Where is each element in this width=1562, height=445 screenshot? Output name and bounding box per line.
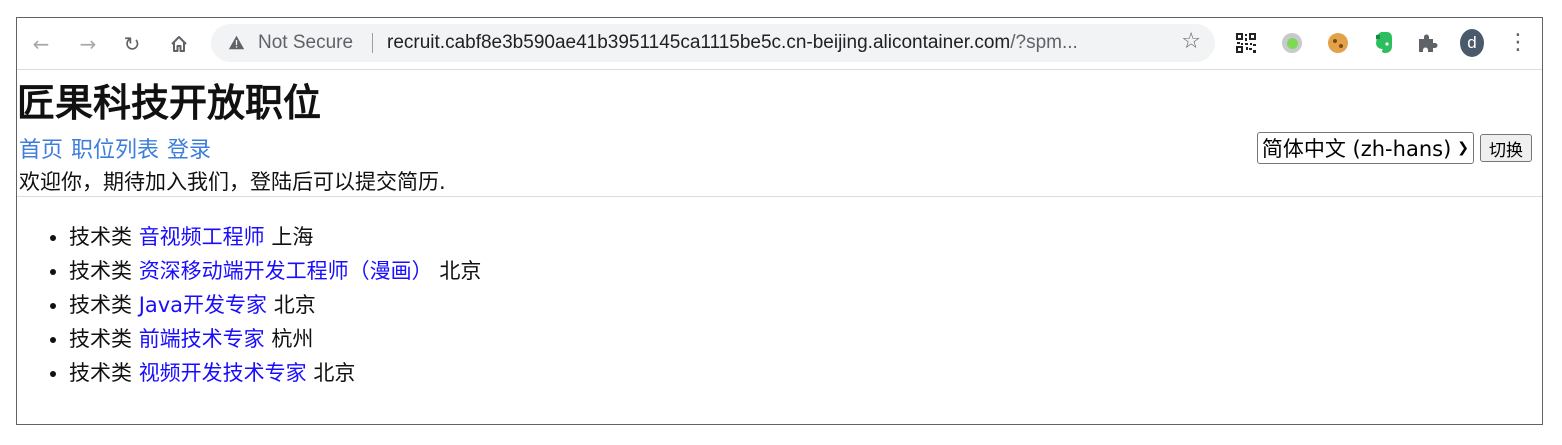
job-city: 上海: [271, 225, 314, 249]
job-title-link[interactable]: Java开发专家: [139, 293, 267, 317]
cookie-icon[interactable]: [1326, 31, 1350, 55]
job-item: 技术类 视频开发技术专家 北京: [69, 356, 481, 390]
job-category: 技术类: [69, 327, 132, 351]
nav-link-login[interactable]: 登录: [167, 138, 211, 163]
job-list: 技术类 音视频工程师 上海 技术类 资深移动端开发工程师（漫画） 北京 技术类 …: [17, 220, 481, 390]
job-category: 技术类: [69, 293, 132, 317]
url-text[interactable]: recruit.cabf8e3b590ae41b3951145ca1115be5…: [387, 32, 1078, 54]
url-host: recruit.cabf8e3b590ae41b3951145ca1115be5…: [387, 32, 1011, 53]
url-path: /?spm...: [1010, 32, 1078, 53]
language-form: 简体中文 (zh-hans) ❯ 切换: [1256, 132, 1532, 164]
switch-language-button[interactable]: 切换: [1480, 134, 1532, 162]
job-item: 技术类 资深移动端开发工程师（漫画） 北京: [69, 254, 481, 288]
job-category: 技术类: [69, 259, 132, 283]
job-title-link[interactable]: 资深移动端开发工程师（漫画）: [139, 259, 433, 283]
record-icon[interactable]: [1280, 31, 1304, 55]
reload-icon[interactable]: ↻: [118, 30, 146, 58]
puzzle-icon[interactable]: [1415, 31, 1439, 55]
job-city: 北京: [313, 361, 356, 385]
welcome-message: 欢迎你，期待加入我们，登陆后可以提交简历.: [19, 170, 446, 194]
job-item: 技术类 Java开发专家 北京: [69, 288, 481, 322]
job-item: 技术类 前端技术专家 杭州: [69, 322, 481, 356]
job-title-link[interactable]: 视频开发技术专家: [139, 361, 307, 385]
more-menu-icon[interactable]: ⋮: [1506, 31, 1530, 55]
evernote-icon[interactable]: [1371, 31, 1395, 55]
profile-initial: d: [1460, 29, 1484, 57]
bookmark-star-icon[interactable]: ☆: [1181, 29, 1201, 54]
chevron-down-icon: ❯: [1457, 140, 1469, 156]
job-category: 技术类: [69, 225, 132, 249]
address-bar[interactable]: Not Secure recruit.cabf8e3b590ae41b39511…: [211, 24, 1215, 62]
language-select[interactable]: 简体中文 (zh-hans) ❯: [1256, 132, 1474, 164]
browser-window: ← → ↻ Not Secure recruit.cabf8e3b590ae41…: [16, 17, 1543, 425]
job-item: 技术类 音视频工程师 上海: [69, 220, 481, 254]
warning-icon[interactable]: [228, 34, 245, 51]
job-title-link[interactable]: 音视频工程师: [139, 225, 265, 249]
back-arrow-icon[interactable]: ←: [27, 30, 55, 58]
forward-arrow-icon[interactable]: →: [74, 30, 102, 58]
top-nav: 首页 职位列表 登录: [19, 132, 219, 164]
home-icon[interactable]: [165, 30, 193, 58]
omnibox-divider: [372, 33, 373, 53]
nav-link-home[interactable]: 首页: [19, 138, 63, 163]
language-selected: 简体中文 (zh-hans): [1261, 137, 1452, 161]
page-title: 匠果科技开放职位: [17, 81, 322, 125]
security-label[interactable]: Not Secure: [258, 32, 353, 54]
job-title-link[interactable]: 前端技术专家: [139, 327, 265, 351]
job-city: 杭州: [271, 327, 314, 351]
qr-code-icon[interactable]: [1234, 31, 1258, 55]
job-category: 技术类: [69, 361, 132, 385]
job-city: 北京: [439, 259, 482, 283]
nav-link-jobs[interactable]: 职位列表: [71, 138, 159, 163]
job-city: 北京: [273, 293, 316, 317]
profile-avatar[interactable]: d: [1460, 29, 1484, 57]
browser-toolbar: ← → ↻ Not Secure recruit.cabf8e3b590ae41…: [17, 18, 1542, 70]
divider: [17, 196, 1542, 197]
